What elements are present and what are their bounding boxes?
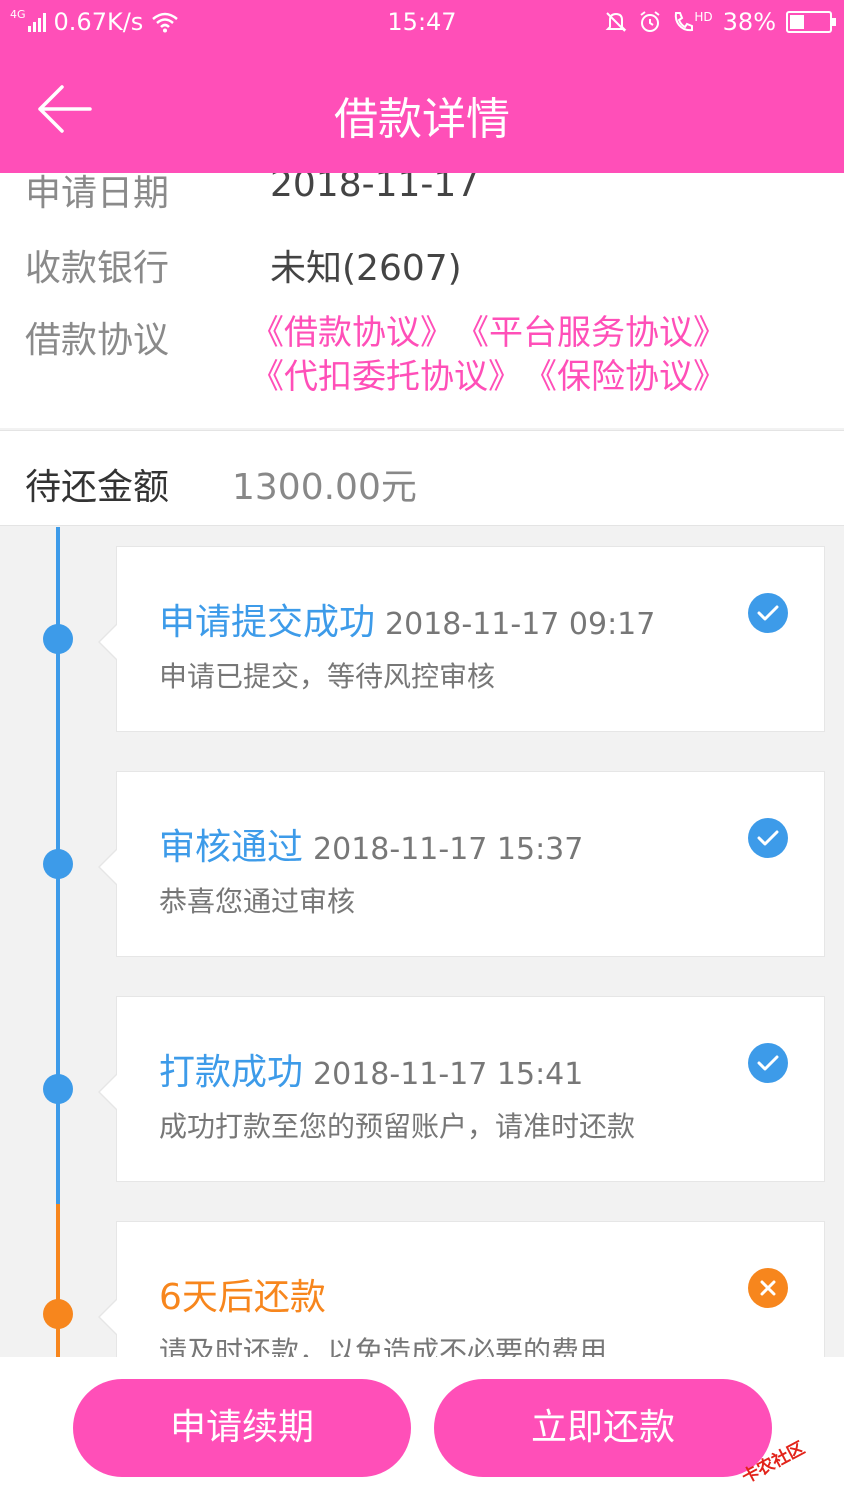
agreement-link-insurance[interactable]: 《保险协议》 — [540, 357, 727, 397]
timeline-step-title: 审核通过 2018-11-17 15:37 — [159, 818, 583, 870]
bottom-action-bar: 申请续期 立即还款 — [0, 1357, 844, 1500]
agreement-label: 借款协议 — [25, 320, 170, 361]
step-description: 请及时还款，以免造成不必要的费用 — [159, 1335, 608, 1357]
step-title-text: 打款成功 — [159, 1052, 304, 1093]
loan-info-section: 申请日期 2018-11-17 收款银行 未知(2607) 借款协议 《借款协议… — [0, 173, 844, 428]
battery-percent: 38% — [722, 8, 776, 36]
timeline-card: 审核通过 2018-11-17 15:37 恭喜您通过审核 — [98, 771, 825, 957]
silent-bell-icon — [605, 12, 627, 32]
bank-value: 未知(2607) — [270, 248, 462, 289]
close-circle-icon — [748, 1268, 788, 1308]
nav-bar: 借款详情 — [0, 45, 844, 173]
step-title-text: 申请提交成功 — [159, 602, 376, 643]
timeline-step-title: 6天后还款 — [159, 1268, 326, 1320]
alarm-icon — [640, 11, 660, 32]
step-time: 2018-11-17 15:41 — [313, 1057, 584, 1092]
step-description: 成功打款至您的预留账户，请准时还款 — [159, 1110, 636, 1143]
agreement-link-withhold[interactable]: 《代扣委托协议》 — [250, 357, 522, 397]
step-time: 2018-11-17 15:37 — [313, 832, 584, 867]
timeline-step-title: 申请提交成功 2018-11-17 09:17 — [159, 593, 655, 645]
step-description: 恭喜您通过审核 — [159, 885, 356, 918]
battery-fill — [790, 15, 805, 29]
timeline-dot — [43, 624, 73, 654]
step-time: 2018-11-17 09:17 — [385, 607, 656, 642]
amount-due-value: 1300.00元 — [232, 467, 417, 508]
battery-icon — [786, 11, 836, 33]
hd-call-icon: HD — [672, 10, 713, 34]
timeline-card: 申请提交成功 2018-11-17 09:17 申请已提交，等待风控审核 — [98, 546, 825, 732]
status-right: HD 38% — [604, 8, 836, 36]
step-title-text: 6天后还款 — [159, 1277, 326, 1318]
status-bar: 4G 0.67K/s 15:47 HD 38% — [0, 0, 844, 45]
agreement-link-platform[interactable]: 《平台服务协议》 — [472, 313, 727, 353]
timeline-card: 6天后还款 请及时还款，以免造成不必要的费用 — [98, 1221, 825, 1357]
agreement-link-loan[interactable]: 《借款协议》 — [250, 313, 454, 353]
step-title-text: 审核通过 — [159, 827, 304, 868]
timeline-card: 打款成功 2018-11-17 15:41 成功打款至您的预留账户，请准时还款 — [98, 996, 825, 1182]
hd-label: HD — [694, 10, 713, 24]
check-circle-icon — [748, 593, 788, 633]
bank-label: 收款银行 — [25, 248, 170, 289]
check-circle-icon — [748, 818, 788, 858]
step-description: 申请已提交，等待风控审核 — [159, 660, 496, 693]
timeline-dot — [43, 849, 73, 879]
timeline-dot — [43, 1074, 73, 1104]
agreement-links: 《借款协议》 《平台服务协议》 《代扣委托协议》 《保险协议》 — [250, 311, 830, 399]
repay-now-button[interactable]: 立即还款 — [434, 1379, 772, 1477]
date-label: 申请日期 — [25, 173, 170, 214]
renew-button[interactable]: 申请续期 — [73, 1379, 411, 1477]
check-circle-icon — [748, 1043, 788, 1083]
loan-timeline: 申请提交成功 2018-11-17 09:17 申请已提交，等待风控审核 审核通过… — [0, 527, 844, 1357]
date-value: 2018-11-17 — [270, 173, 480, 205]
timeline-line-pending — [56, 1204, 60, 1357]
timeline-dot — [43, 1299, 73, 1329]
page-title: 借款详情 — [334, 94, 510, 145]
amount-due-row: 待还金额 1300.00元 — [0, 430, 844, 526]
amount-due-label: 待还金额 — [25, 467, 170, 508]
timeline-step-title: 打款成功 2018-11-17 15:41 — [159, 1043, 583, 1095]
